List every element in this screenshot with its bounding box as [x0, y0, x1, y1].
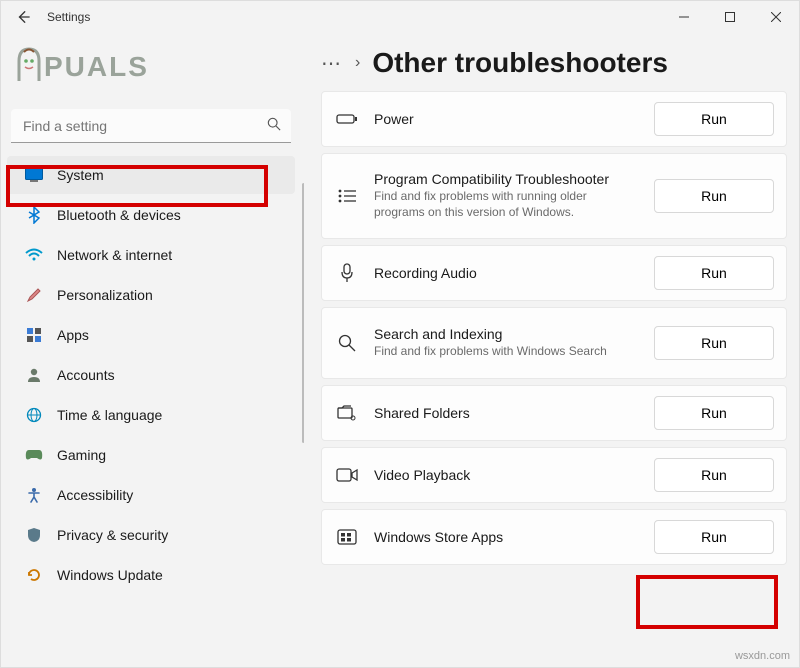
troubleshooter-program-compat: Program Compatibility Troubleshooter Fin…: [321, 153, 787, 239]
run-button-program-compat[interactable]: Run: [654, 179, 774, 213]
chevron-right-icon: ›: [355, 54, 360, 72]
search-container: [11, 109, 291, 143]
sidebar-item-label: Network & internet: [57, 247, 172, 263]
run-button-power[interactable]: Run: [654, 102, 774, 136]
sidebar-item-label: Accounts: [57, 367, 115, 383]
minimize-button[interactable]: [661, 1, 707, 33]
troubleshooter-recording-audio: Recording Audio Run: [321, 245, 787, 301]
window-controls: [661, 1, 799, 33]
sidebar-item-windows-update[interactable]: Windows Update: [7, 556, 295, 594]
close-icon: [771, 12, 781, 22]
wifi-icon: [25, 246, 43, 264]
maximize-icon: [725, 12, 735, 22]
sidebar-item-apps[interactable]: Apps: [7, 316, 295, 354]
sidebar-item-gaming[interactable]: Gaming: [7, 436, 295, 474]
troubleshooter-desc: Find and fix problems with Windows Searc…: [374, 344, 638, 360]
sidebar-item-system[interactable]: System: [7, 156, 295, 194]
logo-text: PUALS: [15, 43, 287, 83]
breadcrumb: ⋯ › Other troubleshooters: [321, 47, 787, 79]
store-apps-icon: [336, 526, 358, 548]
troubleshooter-power: Power Run: [321, 91, 787, 147]
search-input[interactable]: [11, 109, 291, 143]
troubleshooter-list: Power Run Program Compatibility Troubles…: [321, 91, 787, 565]
sidebar-item-accessibility[interactable]: Accessibility: [7, 476, 295, 514]
run-button-shared-folders[interactable]: Run: [654, 396, 774, 430]
troubleshooter-windows-store-apps: Windows Store Apps Run: [321, 509, 787, 565]
logo-face-icon: [15, 43, 43, 83]
window-title: Settings: [47, 10, 90, 24]
list-icon: [336, 185, 358, 207]
battery-icon: [336, 108, 358, 130]
sidebar-item-label: Gaming: [57, 447, 106, 463]
logo: PUALS: [1, 33, 301, 105]
troubleshooter-search-indexing: Search and Indexing Find and fix problem…: [321, 307, 787, 379]
troubleshooter-title: Video Playback: [374, 467, 638, 483]
sidebar-item-bluetooth[interactable]: Bluetooth & devices: [7, 196, 295, 234]
system-icon: [25, 166, 43, 184]
apps-icon: [25, 326, 43, 344]
accessibility-icon: [25, 486, 43, 504]
sidebar-item-accounts[interactable]: Accounts: [7, 356, 295, 394]
run-button-windows-store-apps[interactable]: Run: [654, 520, 774, 554]
sidebar-item-label: Accessibility: [57, 487, 133, 503]
folder-share-icon: [336, 402, 358, 424]
back-button[interactable]: [11, 5, 35, 29]
shield-icon: [25, 526, 43, 544]
sidebar-item-network[interactable]: Network & internet: [7, 236, 295, 274]
window-body: PUALS System: [1, 33, 799, 667]
sidebar-item-time-language[interactable]: Time & language: [7, 396, 295, 434]
brush-icon: [25, 286, 43, 304]
logo-letters: PUALS: [44, 51, 149, 83]
video-icon: [336, 464, 358, 486]
troubleshooter-title: Program Compatibility Troubleshooter: [374, 171, 638, 187]
maximize-button[interactable]: [707, 1, 753, 33]
sidebar-item-label: Privacy & security: [57, 527, 168, 543]
titlebar: Settings: [1, 1, 799, 33]
sidebar-item-label: Bluetooth & devices: [57, 207, 181, 223]
troubleshooter-title: Power: [374, 111, 638, 127]
troubleshooter-title: Shared Folders: [374, 405, 638, 421]
page-title: Other troubleshooters: [372, 47, 668, 79]
troubleshooter-title: Windows Store Apps: [374, 529, 638, 545]
sidebar-item-label: System: [57, 167, 104, 183]
troubleshooter-shared-folders: Shared Folders Run: [321, 385, 787, 441]
sidebar-item-personalization[interactable]: Personalization: [7, 276, 295, 314]
troubleshooter-title: Search and Indexing: [374, 326, 638, 342]
gaming-icon: [25, 446, 43, 464]
sidebar-item-privacy[interactable]: Privacy & security: [7, 516, 295, 554]
minimize-icon: [679, 12, 689, 22]
back-arrow-icon: [16, 10, 30, 24]
search-icon: [336, 332, 358, 354]
sidebar-item-label: Time & language: [57, 407, 162, 423]
run-button-video-playback[interactable]: Run: [654, 458, 774, 492]
run-button-search-indexing[interactable]: Run: [654, 326, 774, 360]
main-content: ⋯ › Other troubleshooters Power Run: [307, 33, 799, 667]
clock-globe-icon: [25, 406, 43, 424]
close-button[interactable]: [753, 1, 799, 33]
microphone-icon: [336, 262, 358, 284]
run-button-recording-audio[interactable]: Run: [654, 256, 774, 290]
account-icon: [25, 366, 43, 384]
watermark: wsxdn.com: [735, 650, 790, 662]
settings-window: Settings: [0, 0, 800, 668]
sidebar: PUALS System: [1, 33, 301, 667]
sidebar-nav: System Bluetooth & devices Network & int…: [1, 155, 301, 595]
bluetooth-icon: [25, 206, 43, 224]
sidebar-item-label: Personalization: [57, 287, 153, 303]
troubleshooter-video-playback: Video Playback Run: [321, 447, 787, 503]
troubleshooter-title: Recording Audio: [374, 265, 638, 281]
sidebar-item-label: Windows Update: [57, 567, 163, 583]
search-icon: [267, 117, 281, 134]
breadcrumb-overflow-icon[interactable]: ⋯: [321, 51, 343, 76]
sidebar-item-label: Apps: [57, 327, 89, 343]
troubleshooter-desc: Find and fix problems with running older…: [374, 189, 638, 220]
update-icon: [25, 566, 43, 584]
